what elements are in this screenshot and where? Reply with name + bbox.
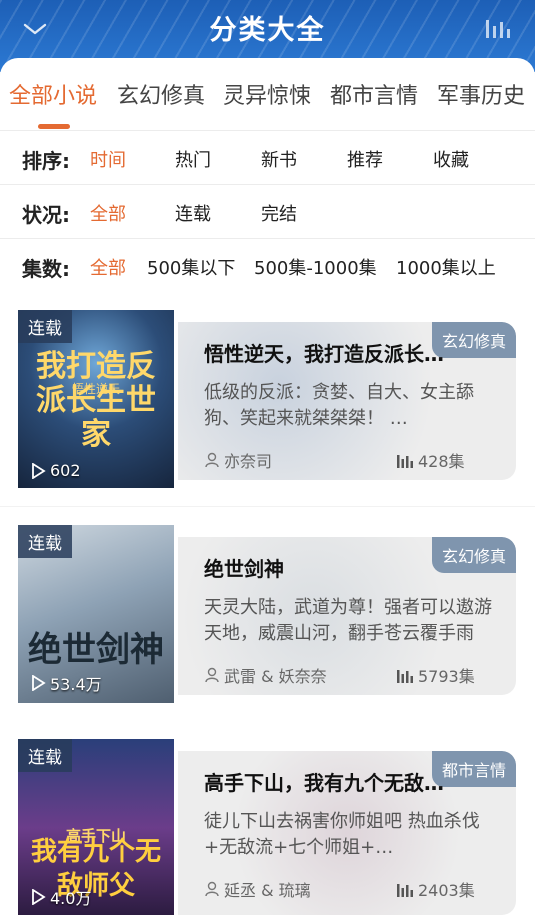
episode-count-value: 2403集	[418, 881, 475, 900]
episodes-option-over-1000[interactable]: 1000集以上	[396, 254, 496, 280]
episodes-option-all[interactable]: 全部	[90, 254, 126, 280]
user-icon	[205, 881, 219, 897]
user-icon	[205, 452, 219, 468]
author-name: 延丞 & 琉璃	[224, 881, 311, 900]
play-count: 53.4万	[30, 671, 102, 695]
book-cover[interactable]: 悟性逆天 我打造反派长生世家 连载 602	[18, 310, 174, 488]
page-title: 分类大全	[209, 15, 326, 46]
episodes-label: 集数:	[22, 257, 70, 281]
play-icon	[32, 462, 46, 479]
episodes-option-under-500[interactable]: 500集以下	[147, 254, 235, 280]
book-description: 徒儿下山去祸害你师姐吧 热血杀伐+无敌流+七个师姐+…	[204, 811, 480, 858]
status-filter-row: 状况: 全部 连载 完结	[0, 184, 535, 238]
author-name: 亦奈司	[224, 452, 273, 471]
tab-junshi[interactable]: 军事历史	[437, 78, 525, 110]
play-icon	[32, 889, 46, 905]
user-icon	[205, 667, 219, 683]
status-option-ongoing[interactable]: 连载	[175, 200, 211, 226]
category-tabs: 全部小说 玄幻修真 灵异惊悚 都市言情 军事历史	[0, 58, 535, 130]
book-description: 天灵大陆，武道为尊！强者可以遨游天地，威震山河，翻手苍云覆手雨	[204, 597, 492, 644]
play-icon	[32, 675, 46, 691]
tab-xuanhuan[interactable]: 玄幻修真	[117, 78, 205, 110]
cover-title: 我打造反派长生世家	[36, 349, 156, 452]
book-info[interactable]: 玄幻修真 悟性逆天，我打造反派长生世家 低级的反派：贪婪、自大、女主舔狗、笑起来…	[178, 322, 516, 480]
episodes-option-500-1000[interactable]: 500集-1000集	[254, 254, 377, 280]
play-count: 602	[30, 461, 81, 480]
filter-panel: 全部小说 玄幻修真 灵异惊悚 都市言情 军事历史 排序: 时间 热门 新书 推荐…	[0, 58, 535, 293]
status-badge: 连载	[18, 310, 72, 343]
tab-indicator	[38, 124, 70, 129]
sort-option-hot[interactable]: 热门	[175, 146, 211, 172]
episodes-icon	[397, 455, 413, 468]
tab-all-novels[interactable]: 全部小说	[9, 78, 97, 110]
book-cover[interactable]: 绝世剑神 连载 53.4万	[18, 525, 174, 703]
status-option-all[interactable]: 全部	[90, 200, 126, 226]
episodes-icon	[397, 884, 413, 897]
episodes-filter-row: 集数: 全部 500集以下 500集-1000集 1000集以上	[0, 238, 535, 292]
sort-option-favorite[interactable]: 收藏	[433, 146, 469, 172]
book-author: 武雷 & 妖奈奈	[204, 663, 327, 687]
sort-option-new[interactable]: 新书	[261, 146, 297, 172]
book-info[interactable]: 都市言情 高手下山，我有九个无敌师父 徒儿下山去祸害你师姐吧 热血杀伐+无敌流+…	[178, 751, 516, 915]
play-count-value: 4.0万	[50, 889, 92, 908]
tab-lingyi[interactable]: 灵异惊悚	[223, 78, 311, 110]
book-cover[interactable]: 高手下山 我有九个无敌师父 连载 4.0万	[18, 739, 174, 915]
book-card[interactable]: 高手下山 我有九个无敌师父 连载 4.0万 都市言情 高手下山，我有九个无敌师父…	[0, 721, 535, 915]
episode-count: 5793集	[396, 663, 475, 687]
book-title[interactable]: 绝世剑神	[204, 553, 456, 582]
status-label: 状况:	[22, 203, 70, 227]
status-badge: 连载	[18, 739, 72, 772]
book-card[interactable]: 悟性逆天 我打造反派长生世家 连载 602 玄幻修真 悟性逆天，我打造反派长生世…	[0, 292, 535, 506]
tab-dushi[interactable]: 都市言情	[330, 78, 418, 110]
play-count-value: 602	[50, 461, 81, 480]
episodes-icon	[397, 670, 413, 683]
book-author: 亦奈司	[204, 448, 272, 472]
sort-option-recommend[interactable]: 推荐	[347, 146, 383, 172]
sort-filter-row: 排序: 时间 热门 新书 推荐 收藏	[0, 130, 535, 184]
status-badge: 连载	[18, 525, 72, 558]
sort-option-time[interactable]: 时间	[90, 146, 126, 172]
author-name: 武雷 & 妖奈奈	[224, 667, 327, 686]
episode-count: 428集	[396, 448, 465, 472]
episode-count: 2403集	[396, 877, 475, 901]
cover-title: 绝世剑神	[28, 630, 164, 670]
book-author: 延丞 & 琉璃	[204, 877, 311, 901]
status-option-finished[interactable]: 完结	[261, 200, 297, 226]
sort-label: 排序:	[22, 149, 70, 173]
play-count-value: 53.4万	[50, 675, 102, 694]
book-title[interactable]: 悟性逆天，我打造反派长生世家	[204, 338, 456, 367]
episode-count-value: 5793集	[418, 667, 475, 686]
book-card[interactable]: 绝世剑神 连载 53.4万 玄幻修真 绝世剑神 天灵大陆，武道为尊！强者可以遨游…	[0, 507, 535, 721]
episode-count-value: 428集	[418, 452, 465, 471]
stats-icon[interactable]	[485, 16, 513, 40]
book-description: 低级的反派：贪婪、自大、女主舔狗、笑起来就桀桀桀！ …	[204, 382, 474, 429]
play-count: 4.0万	[30, 885, 91, 909]
book-title[interactable]: 高手下山，我有九个无敌师父	[204, 767, 456, 796]
book-info[interactable]: 玄幻修真 绝世剑神 天灵大陆，武道为尊！强者可以遨游天地，威震山河，翻手苍云覆手…	[178, 537, 516, 695]
